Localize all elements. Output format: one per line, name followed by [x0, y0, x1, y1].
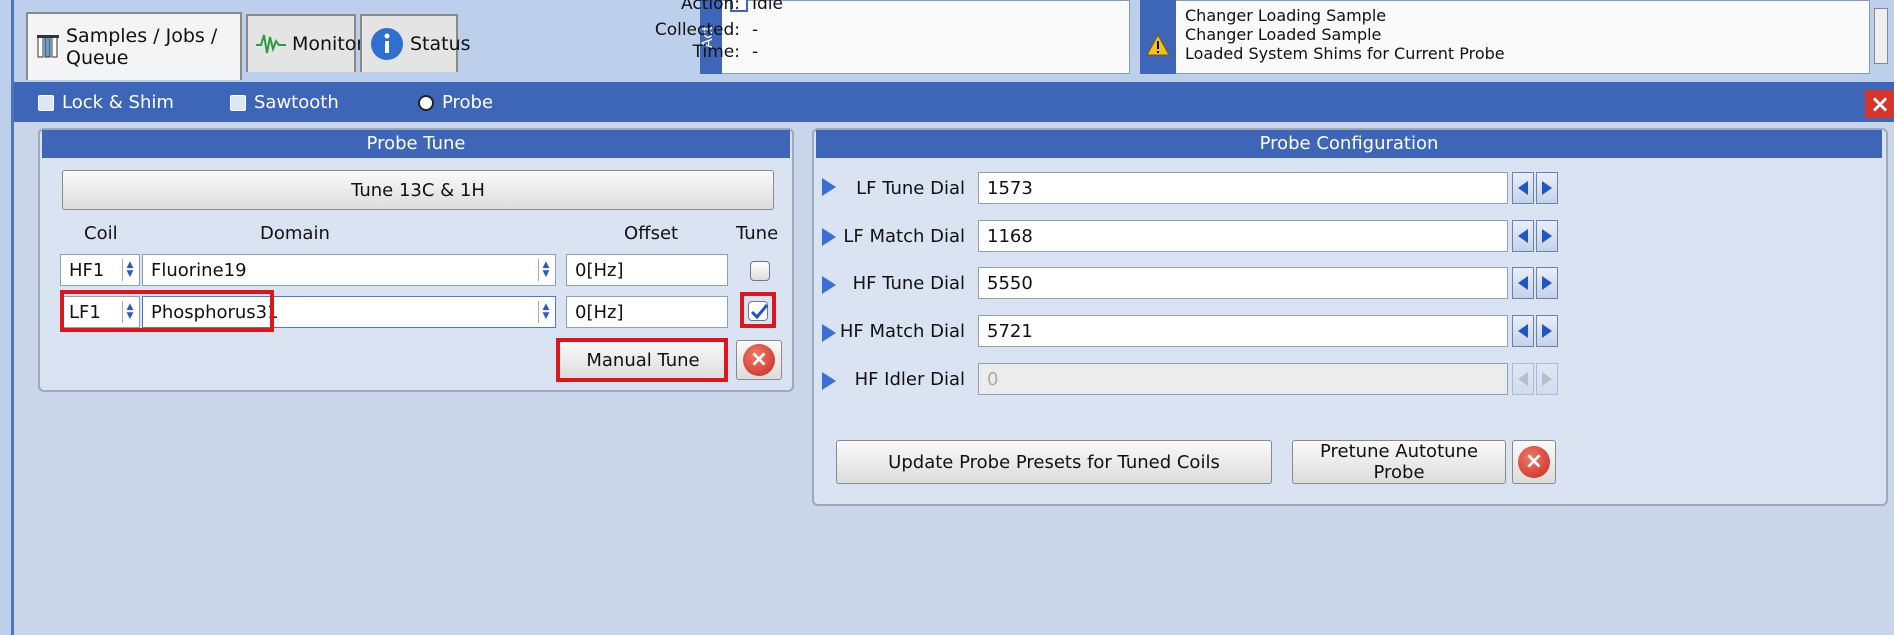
coil-select[interactable]: HF1 ▲ ▼ — [60, 254, 140, 286]
cancel-icon: × — [743, 344, 775, 376]
offset-input[interactable]: 0[Hz] — [566, 296, 728, 328]
domain-header: Domain — [260, 223, 330, 244]
left-arrow-icon[interactable] — [1512, 315, 1534, 347]
right-arrow-icon[interactable] — [1536, 172, 1558, 204]
domain-select[interactable]: Fluorine19 ▲ ▼ — [142, 254, 556, 286]
dial-label: LF Match Dial — [843, 226, 965, 247]
radio-button[interactable] — [230, 95, 246, 111]
dial-stepper — [1512, 363, 1558, 395]
right-arrow-icon[interactable] — [1536, 267, 1558, 299]
time-label: Time: — [692, 42, 740, 62]
action-label: Action: — [681, 0, 740, 14]
right-arrow-icon[interactable] — [1536, 315, 1558, 347]
spinner-icon[interactable]: ▲ ▼ — [122, 259, 137, 281]
right-arrow-icon[interactable] — [1536, 220, 1558, 252]
dial-stepper[interactable] — [1512, 267, 1558, 299]
probe-tune-title: Probe Tune — [42, 130, 790, 158]
right-arrow-icon — [1536, 363, 1558, 395]
tune-checkbox[interactable] — [750, 261, 770, 281]
hf-match-dial-input[interactable]: 5721 — [978, 315, 1508, 347]
highlight-box — [556, 338, 728, 382]
dial-label: LF Tune Dial — [856, 178, 965, 199]
subtab-label: Lock & Shim — [62, 92, 174, 113]
probe-configuration-title: Probe Configuration — [816, 130, 1882, 158]
action-value: Idle — [752, 0, 783, 14]
waveform-icon — [256, 31, 286, 57]
tab-monitor[interactable]: Monitor — [246, 14, 364, 72]
time-value: - — [752, 42, 759, 62]
collected-value: - — [752, 20, 759, 40]
radio-button[interactable] — [38, 95, 54, 111]
lf-match-dial-input[interactable]: 1168 — [978, 220, 1508, 252]
dial-stepper[interactable] — [1512, 220, 1558, 252]
left-arrow-icon[interactable] — [1512, 267, 1534, 299]
highlight-box — [60, 290, 274, 332]
domain-value: Fluorine19 — [151, 259, 247, 281]
pretune-autotune-probe-button[interactable]: Pretune Autotune Probe — [1292, 440, 1506, 484]
message-item: Loaded System Shims for Current Probe — [1185, 44, 1505, 63]
left-arrow-icon — [1512, 363, 1534, 395]
tab-label: Status — [410, 33, 471, 55]
update-probe-presets-button[interactable]: Update Probe Presets for Tuned Coils — [836, 440, 1272, 484]
tab-label: Monitor — [292, 33, 365, 55]
subtab-label: Sawtooth — [254, 92, 339, 113]
tune-header: Tune — [736, 223, 779, 244]
offset-input[interactable]: 0[Hz] — [566, 254, 728, 286]
tab-samples-jobs-queue[interactable]: Samples / Jobs / Queue — [26, 12, 242, 80]
test-tubes-icon — [36, 33, 60, 61]
dial-label: HF Match Dial — [839, 321, 965, 342]
warning-icon — [1146, 33, 1170, 61]
radio-button[interactable] — [418, 95, 434, 111]
subtab-sawtooth[interactable]: Sawtooth — [230, 92, 339, 113]
subtab-label: Probe — [442, 92, 494, 113]
dial-label: HF Idler Dial — [854, 369, 965, 390]
dial-stepper[interactable] — [1512, 315, 1558, 347]
dial-stepper[interactable] — [1512, 172, 1558, 204]
spinner-icon[interactable]: ▲ ▼ — [538, 301, 553, 323]
close-icon[interactable]: × — [1865, 90, 1894, 118]
lf-tune-dial-input[interactable]: 1573 — [978, 172, 1508, 204]
cancel-button[interactable]: × — [736, 340, 782, 380]
subtab-lock-shim[interactable]: Lock & Shim — [38, 92, 174, 113]
subtab-probe[interactable]: Probe — [418, 92, 493, 113]
tab-label: Samples / Jobs / Queue — [66, 25, 218, 69]
hf-idler-dial-input: 0 — [978, 363, 1508, 395]
coil-value: HF1 — [69, 259, 105, 281]
coil-header: Coil — [84, 223, 118, 244]
cancel-icon: × — [1518, 446, 1550, 478]
spinner-icon[interactable]: ▲ ▼ — [538, 259, 553, 281]
dial-label: HF Tune Dial — [852, 273, 965, 294]
left-arrow-icon[interactable] — [1512, 172, 1534, 204]
message-item: Changer Loaded Sample — [1185, 25, 1382, 44]
left-arrow-icon[interactable] — [1512, 220, 1534, 252]
messages-scrollbar[interactable] — [1874, 8, 1888, 64]
info-icon — [370, 27, 404, 61]
tab-status[interactable]: Status — [360, 14, 471, 72]
offset-header: Offset — [624, 223, 679, 244]
cancel-button[interactable]: × — [1512, 440, 1556, 484]
tune-13c-1h-button[interactable]: Tune 13C & 1H — [62, 170, 774, 210]
collected-label: Collected: — [654, 20, 740, 40]
highlight-box — [740, 292, 776, 328]
left-edge — [0, 0, 14, 635]
message-item: Changer Loading Sample — [1185, 6, 1387, 25]
hf-tune-dial-input[interactable]: 5550 — [978, 267, 1508, 299]
